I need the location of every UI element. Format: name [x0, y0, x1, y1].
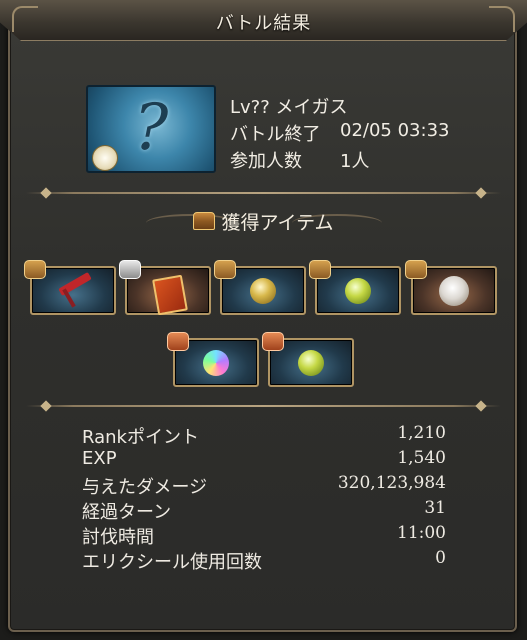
- chest-tag-icon: [24, 260, 46, 279]
- enemy-name: Lv?? メイガス: [230, 97, 348, 118]
- item-white-orb[interactable]: [405, 260, 497, 315]
- stat-rank-points: Rankポイント 1,210: [82, 423, 446, 448]
- question-mark-icon: ?: [134, 91, 169, 165]
- stat-value: 0: [435, 548, 446, 568]
- gold-orb-icon: [250, 278, 276, 304]
- enemy-portrait[interactable]: ?: [86, 85, 216, 173]
- divider: [26, 192, 501, 194]
- page-title: バトル結果: [215, 13, 312, 34]
- battle-end-label: バトル終了: [230, 124, 321, 145]
- chest-tag-icon: [405, 260, 427, 279]
- stat-label: エリクシール使用回数: [82, 552, 262, 573]
- participants-row: 参加人数 1人: [230, 147, 369, 173]
- stat-value: 11:00: [397, 523, 446, 543]
- stat-elixir-uses: エリクシール使用回数 0: [82, 548, 446, 573]
- stat-value: 1,210: [397, 423, 446, 443]
- chest-tag-icon: [214, 260, 236, 279]
- chest-tag-icon: [167, 332, 189, 351]
- divider: [26, 405, 501, 407]
- stat-clear-time: 討伐時間 11:00: [82, 523, 446, 548]
- item-green-orb[interactable]: [309, 260, 401, 315]
- white-orb-icon: [439, 276, 469, 306]
- stat-label: Rankポイント: [82, 427, 199, 448]
- items-section-label: 獲得アイテム: [221, 212, 334, 234]
- stat-value: 31: [424, 498, 446, 518]
- element-badge-icon: [92, 145, 118, 171]
- chest-tag-icon: [262, 332, 284, 351]
- rainbow-orb-icon: [203, 350, 229, 376]
- battle-end-row: バトル終了 02/05 03:33: [230, 120, 449, 146]
- item-green-orb-2[interactable]: [262, 332, 354, 387]
- chest-tag-icon: [119, 260, 141, 279]
- stat-turns: 経過ターン 31: [82, 498, 446, 523]
- item-rainbow-orb[interactable]: [167, 332, 259, 387]
- items-section-title: 獲得アイテム: [0, 208, 527, 235]
- green-orb-icon: [298, 350, 324, 376]
- green-orb-icon: [345, 278, 371, 304]
- stat-value: 320,123,984: [337, 473, 446, 493]
- stat-exp: EXP 1,540: [82, 448, 446, 472]
- participants-label: 参加人数: [230, 151, 302, 172]
- item-red-book[interactable]: [119, 260, 211, 316]
- item-gold-orb[interactable]: [214, 260, 306, 315]
- treasure-chest-icon: [193, 212, 216, 230]
- book-icon: [152, 274, 188, 316]
- item-hammer[interactable]: [24, 260, 116, 315]
- stat-label: EXP: [82, 448, 117, 469]
- participants-value: 1人: [340, 151, 370, 172]
- stat-label: 討伐時間: [82, 527, 154, 548]
- stat-value: 1,540: [397, 448, 446, 468]
- stat-label: 経過ターン: [82, 502, 172, 523]
- battle-end-value: 02/05 03:33: [340, 120, 450, 141]
- stat-label: 与えたダメージ: [82, 477, 208, 498]
- stat-damage: 与えたダメージ 320,123,984: [82, 473, 446, 498]
- chest-tag-icon: [309, 260, 331, 279]
